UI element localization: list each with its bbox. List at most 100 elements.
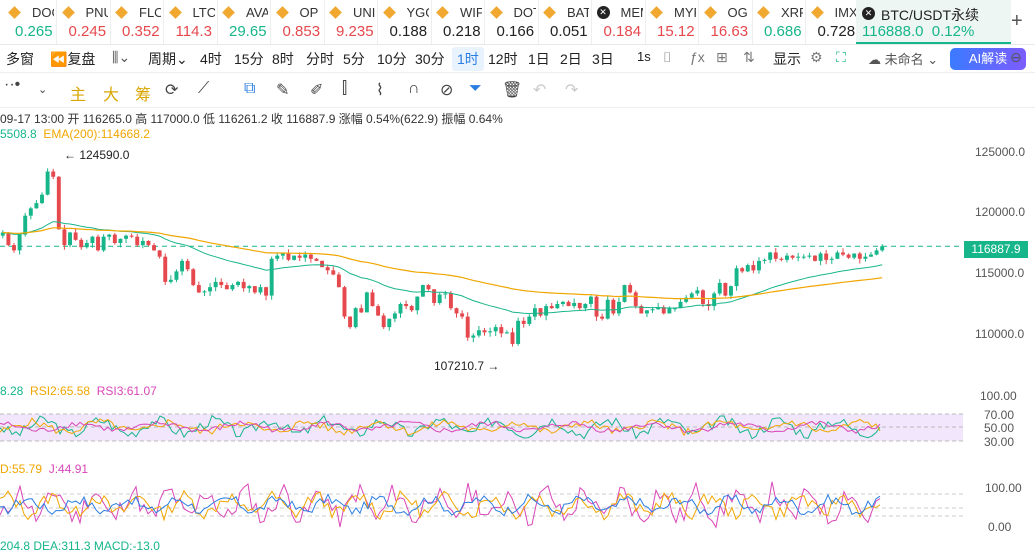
candle-body bbox=[695, 290, 700, 294]
last-price-tag: 116887.9 bbox=[964, 241, 1028, 258]
kdj-info: D:55.79 J:44.91 bbox=[0, 462, 89, 476]
candle-body bbox=[532, 308, 537, 317]
candle-body bbox=[454, 308, 459, 314]
candle-body bbox=[751, 265, 756, 271]
candle-body bbox=[146, 240, 151, 246]
price-chart[interactable] bbox=[0, 0, 1035, 550]
candle-body bbox=[790, 255, 795, 258]
candle-body bbox=[381, 315, 386, 328]
candle-body bbox=[387, 318, 392, 328]
candle-body bbox=[191, 269, 196, 286]
rsi-axis-label: 70.00 bbox=[984, 408, 1015, 422]
candle-body bbox=[460, 313, 465, 317]
candle-body bbox=[420, 285, 425, 297]
candle-body bbox=[835, 252, 840, 259]
candle-body bbox=[740, 268, 745, 272]
candle-body bbox=[224, 285, 229, 290]
candle-body bbox=[796, 256, 801, 258]
candle-body bbox=[68, 232, 72, 246]
candle-body bbox=[370, 292, 375, 307]
candle-body bbox=[650, 309, 655, 311]
candle-body bbox=[857, 253, 862, 259]
candle-body bbox=[314, 258, 319, 261]
candle-body bbox=[107, 234, 112, 237]
candle-body bbox=[101, 236, 106, 251]
candle-body bbox=[336, 274, 341, 288]
candle-body bbox=[258, 287, 263, 293]
candle-body bbox=[236, 281, 241, 286]
ema-fast-line bbox=[2, 221, 883, 315]
candle-body bbox=[773, 252, 778, 259]
candle-body bbox=[717, 282, 722, 294]
candle-body bbox=[112, 234, 117, 244]
candle-body bbox=[588, 296, 593, 304]
candle-body bbox=[208, 287, 213, 292]
candle-body bbox=[628, 285, 633, 293]
candle-body bbox=[84, 243, 89, 248]
candle-body bbox=[572, 302, 577, 307]
candle-body bbox=[841, 252, 845, 255]
candle-body bbox=[342, 287, 347, 317]
candle-body bbox=[488, 331, 493, 333]
candle-body bbox=[129, 235, 134, 237]
candle-body bbox=[62, 229, 67, 246]
candle-body bbox=[880, 246, 885, 251]
high-annotation: ← 124590.0 bbox=[64, 148, 130, 162]
candle-body bbox=[622, 285, 627, 302]
kdj-axis-label: 100.00 bbox=[985, 481, 1022, 495]
candle-body bbox=[723, 282, 728, 296]
candle-body bbox=[516, 320, 521, 344]
candle-body bbox=[499, 327, 504, 334]
candle-body bbox=[252, 286, 257, 293]
candle-body bbox=[594, 296, 599, 317]
candle-body bbox=[521, 320, 526, 324]
candle-body bbox=[846, 254, 851, 258]
candle-body bbox=[566, 301, 571, 307]
candle-body bbox=[140, 240, 145, 246]
candle-body bbox=[745, 265, 750, 272]
candle-body bbox=[12, 245, 16, 251]
rsi-band bbox=[0, 414, 963, 441]
candle-body bbox=[269, 258, 274, 296]
candle-body bbox=[616, 301, 621, 314]
candle-body bbox=[874, 250, 879, 255]
candle-body bbox=[829, 258, 834, 260]
candle-body bbox=[73, 232, 78, 240]
candle-body bbox=[785, 255, 789, 260]
kdj-axis-label: 0.00 bbox=[988, 520, 1012, 534]
candle-body bbox=[348, 316, 353, 328]
candle-body bbox=[404, 303, 409, 307]
candle-body bbox=[51, 171, 56, 177]
rsi-axis-label: 30.00 bbox=[984, 435, 1015, 449]
candle-body bbox=[504, 332, 509, 334]
candle-body bbox=[152, 245, 156, 251]
candle-body bbox=[443, 293, 448, 295]
candle-body bbox=[538, 308, 543, 316]
candle-body bbox=[28, 208, 33, 216]
ema-slow-line bbox=[2, 227, 883, 300]
candle-body bbox=[56, 176, 61, 230]
candle-body bbox=[729, 286, 733, 296]
candle-body bbox=[762, 259, 767, 261]
candle-body bbox=[359, 308, 364, 313]
candle-body bbox=[510, 332, 515, 344]
candle-body bbox=[415, 296, 420, 311]
candle-body bbox=[437, 294, 442, 303]
candle-body bbox=[527, 316, 532, 324]
low-annotation: 107210.7 → bbox=[434, 359, 500, 373]
candle-body bbox=[353, 308, 358, 328]
candle-body bbox=[79, 239, 84, 248]
candle-body bbox=[297, 255, 302, 258]
candle-body bbox=[40, 194, 44, 204]
candle-body bbox=[644, 310, 649, 314]
candle-body bbox=[689, 293, 694, 298]
candle-body bbox=[801, 256, 806, 258]
candle-body bbox=[583, 303, 588, 309]
candle-body bbox=[600, 316, 605, 319]
candle-body bbox=[611, 299, 616, 314]
candle-body bbox=[331, 270, 336, 275]
candle-body bbox=[280, 253, 285, 256]
candle-body bbox=[482, 330, 487, 333]
candle-body bbox=[768, 252, 773, 260]
candle-body bbox=[163, 256, 168, 282]
